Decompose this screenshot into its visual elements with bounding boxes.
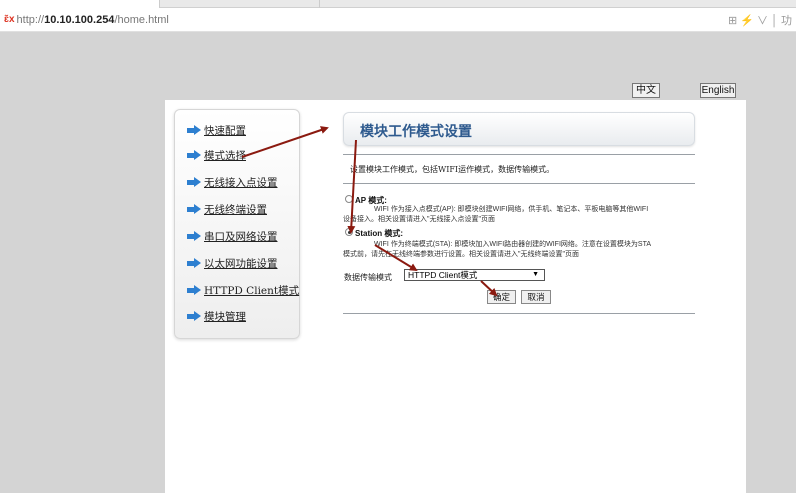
arrow-right-icon (187, 150, 201, 160)
sidebar-item-serial-network[interactable]: 串口及网络设置 (187, 229, 278, 244)
browser-toolbar-icons[interactable]: ⊞ ⚡ ∨ │ 功 (728, 12, 792, 28)
ap-mode-description-line1: WIFI 作为接入点模式(AP): 即模块创建WIFI网络，供手机、笔记本、平板… (374, 206, 649, 213)
station-mode-description-line1: WIFI 作为终端模式(STA): 即模块加入WIFI路由器创建的WIFI网络。… (374, 241, 652, 248)
station-mode-radio[interactable] (345, 228, 353, 236)
ap-mode-description-line2: 设备接入。相关设置请进入"无线接入点设置"页面 (343, 216, 495, 223)
station-mode-description-line2: 模式前，请先在无线终端参数进行设置。相关设置请进入"无线终端设置"页面 (343, 251, 579, 258)
sidebar-item-module-management[interactable]: 模块管理 (187, 309, 246, 324)
divider (343, 313, 695, 314)
arrow-right-icon (187, 204, 201, 214)
browser-tab-active[interactable] (0, 0, 160, 8)
dropdown-caret-icon: ▼ (532, 271, 539, 278)
transfer-mode-label: 数据传输模式 (344, 273, 392, 282)
browser-tab[interactable] (170, 0, 320, 8)
page-icon: ɛ̃x (4, 14, 15, 25)
arrow-right-icon (187, 285, 201, 295)
page-description: 设置模块工作模式，包括WIFI运作模式，数据传输模式。 (350, 165, 555, 174)
arrow-right-icon (187, 125, 201, 135)
sidebar-item-mode-select[interactable]: 模式选择 (187, 148, 246, 163)
confirm-button[interactable]: 确定 (487, 290, 516, 304)
sidebar-item-sta-settings[interactable]: 无线终端设置 (187, 202, 267, 217)
arrow-right-icon (187, 258, 201, 268)
transfer-mode-select[interactable]: HTTPD Client模式 ▼ (404, 269, 545, 281)
arrow-right-icon (187, 177, 201, 187)
sidebar-item-ap-settings[interactable]: 无线接入点设置 (187, 175, 278, 190)
browser-tab-strip (0, 0, 796, 8)
language-english-button[interactable]: English (700, 83, 736, 98)
sidebar-item-ethernet[interactable]: 以太网功能设置 (187, 256, 278, 271)
divider (343, 183, 695, 184)
language-chinese-button[interactable]: 中文 (632, 83, 660, 98)
address-bar[interactable]: ɛ̃x http://10.10.100.254/home.html ⊞ ⚡ ∨… (0, 8, 796, 32)
arrow-right-icon (187, 311, 201, 321)
divider (343, 154, 695, 155)
page-title-box: 模块工作模式设置 (343, 112, 695, 146)
address-url[interactable]: http://10.10.100.254/home.html (17, 14, 169, 26)
station-mode-label: Station 模式: (355, 229, 403, 238)
page-title: 模块工作模式设置 (360, 124, 472, 140)
sidebar-item-quick-config[interactable]: 快速配置 (187, 123, 246, 138)
cancel-button[interactable]: 取消 (521, 290, 551, 304)
sidebar-menu: 快速配置 模式选择 无线接入点设置 无线终端设置 串口及网络设置 以太网功能设置… (174, 109, 300, 339)
sidebar-item-httpd-client[interactable]: HTTPD Client模式 (187, 283, 299, 298)
arrow-right-icon (187, 231, 201, 241)
ap-mode-radio[interactable] (345, 195, 353, 203)
